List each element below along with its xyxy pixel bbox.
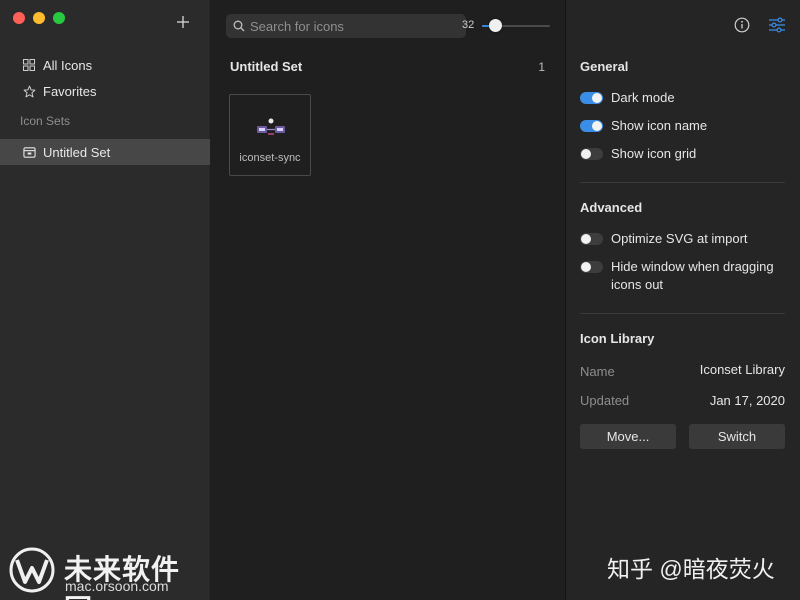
watermark-url: mac.orsoon.com: [65, 578, 169, 594]
move-library-button[interactable]: Move...: [580, 424, 676, 449]
divider: [580, 313, 785, 314]
toggle-label: Show icon grid: [611, 146, 697, 161]
app-window: All Icons Favorites Icon Sets Untitled S…: [0, 0, 800, 600]
dark-mode-row: Dark mode: [580, 89, 791, 107]
library-updated-value: Jan 17, 2020: [709, 393, 785, 408]
library-name-key: Name: [580, 364, 615, 379]
window-controls: [13, 12, 65, 24]
plus-icon: [177, 16, 189, 28]
icon-sets-section-label: Icon Sets: [20, 114, 71, 128]
optimize-svg-row: Optimize SVG at import: [580, 230, 791, 248]
slider-thumb[interactable]: [488, 19, 502, 32]
show-icon-grid-row: Show icon grid: [580, 145, 791, 163]
advanced-section-title: Advanced: [580, 200, 643, 215]
search-icon: [233, 20, 245, 32]
sidebar-item-label: Untitled Set: [43, 144, 111, 160]
info-icon: [734, 17, 750, 33]
add-icon-set-button[interactable]: [175, 14, 191, 30]
icon-library-section-title: Icon Library: [580, 331, 655, 346]
switch-library-button[interactable]: Switch: [689, 424, 785, 449]
hide-window-row: Hide window when dragging icons out: [580, 258, 783, 294]
toggle-label: Show icon name: [611, 118, 708, 133]
divider: [580, 182, 785, 183]
icon-browser: 32 Untitled Set 1 iconset-sync: [210, 0, 566, 600]
icon-size-slider[interactable]: [482, 19, 550, 33]
icon-size-value: 32: [462, 19, 475, 31]
maximize-window-button[interactable]: [53, 12, 65, 24]
minimize-window-button[interactable]: [33, 12, 45, 24]
sidebar: All Icons Favorites Icon Sets Untitled S…: [0, 0, 210, 600]
preferences-button[interactable]: [768, 17, 786, 33]
grid-icon: [22, 58, 36, 72]
toggle-label: Hide window when dragging icons out: [611, 259, 774, 292]
hide-window-toggle[interactable]: [580, 261, 603, 273]
sidebar-item-all-icons[interactable]: All Icons: [0, 52, 210, 78]
set-title: Untitled Set: [230, 59, 303, 74]
sidebar-item-favorites[interactable]: Favorites: [0, 78, 210, 104]
toggle-label: Dark mode: [611, 90, 675, 105]
dark-mode-toggle[interactable]: [580, 92, 603, 104]
show-icon-grid-toggle[interactable]: [580, 148, 603, 160]
close-window-button[interactable]: [13, 12, 25, 24]
sliders-icon: [769, 17, 785, 33]
show-icon-name-toggle[interactable]: [580, 120, 603, 132]
orsoon-logo-icon: [9, 547, 55, 593]
icon-tile[interactable]: iconset-sync: [229, 94, 311, 176]
icon-tile-name: iconset-sync: [239, 152, 301, 164]
star-icon: [22, 84, 36, 98]
library-name-value: Iconset Library: [699, 362, 785, 377]
general-section-title: General: [580, 59, 629, 74]
toggle-label: Optimize SVG at import: [611, 231, 748, 246]
folder-icon: [22, 145, 36, 159]
optimize-svg-toggle[interactable]: [580, 233, 603, 245]
inspector-panel: General Dark mode Show icon name Show ic…: [566, 0, 800, 600]
watermark-zhihu: 知乎 @暗夜荧火: [607, 556, 775, 582]
search-box[interactable]: [226, 14, 466, 38]
iconset-sync-icon: [257, 118, 285, 135]
show-icon-name-row: Show icon name: [580, 117, 791, 135]
search-input[interactable]: [250, 18, 450, 34]
library-updated-key: Updated: [580, 393, 630, 408]
sidebar-item-untitled-set[interactable]: Untitled Set: [0, 139, 210, 165]
watermark-orsoon: 未来软件园 mac.orsoon.com: [8, 546, 208, 600]
sidebar-item-label: All Icons: [43, 57, 93, 73]
info-button[interactable]: [734, 17, 750, 33]
sidebar-item-label: Favorites: [43, 83, 97, 99]
set-icon-count: 1: [538, 60, 545, 74]
